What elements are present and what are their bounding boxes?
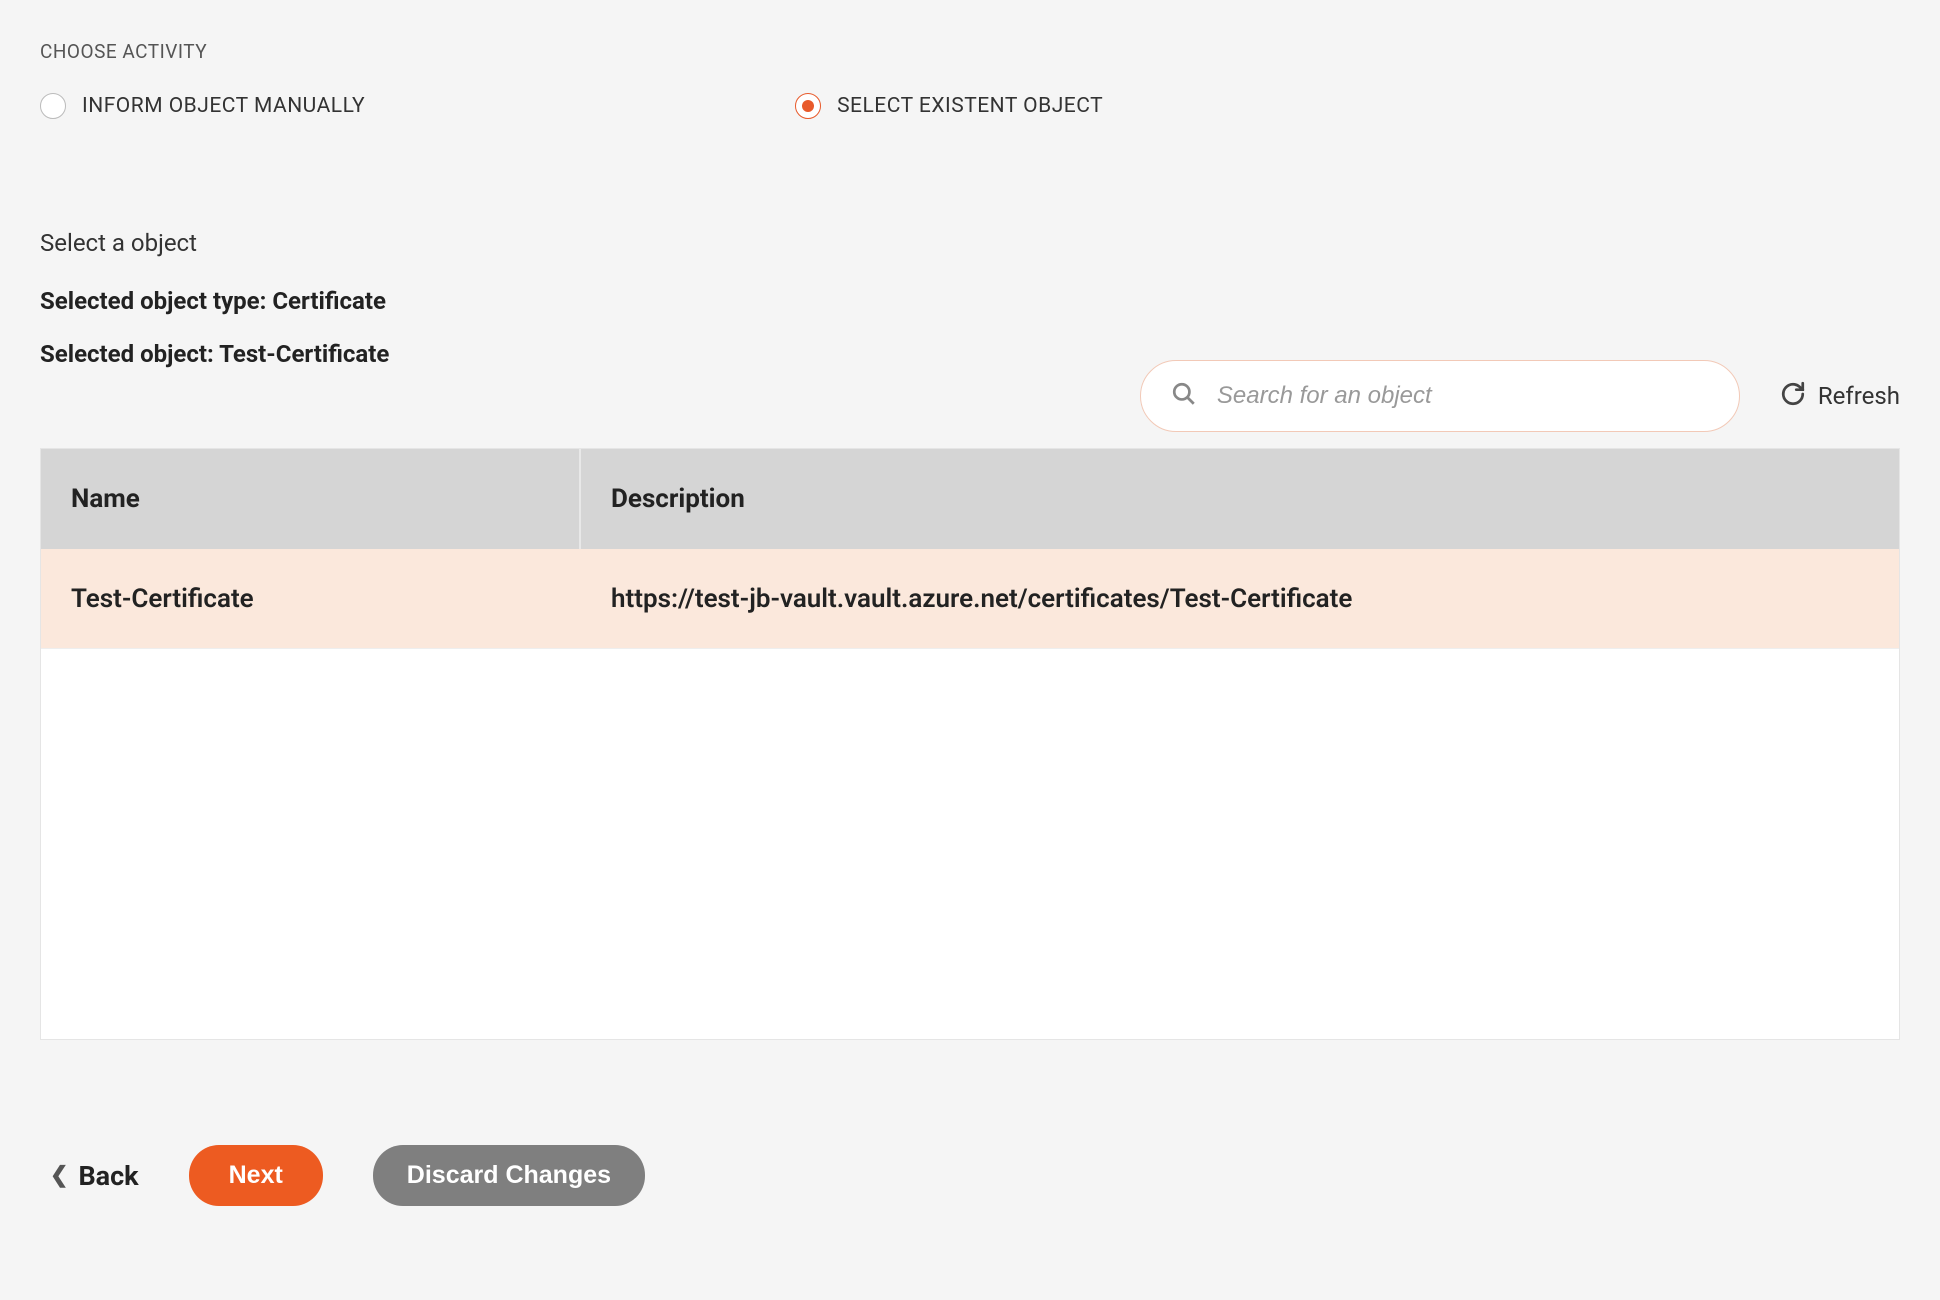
radio-select-existent[interactable]: SELECT EXISTENT OBJECT xyxy=(795,93,1103,119)
table-cell-description: https://test-jb-vault.vault.azure.net/ce… xyxy=(581,584,1899,614)
search-icon xyxy=(1171,381,1197,411)
select-object-heading: Select a object xyxy=(40,229,1900,257)
back-label: Back xyxy=(78,1160,138,1192)
chevron-left-icon: ❮ xyxy=(50,1163,68,1188)
table-cell-name: Test-Certificate xyxy=(41,584,581,614)
radio-inform-manual-circle xyxy=(40,93,66,119)
radio-select-existent-label: SELECT EXISTENT OBJECT xyxy=(837,94,1103,118)
radio-select-existent-circle xyxy=(795,93,821,119)
activity-radio-group: INFORM OBJECT MANUALLY SELECT EXISTENT O… xyxy=(40,93,1900,119)
table-header: Name Description xyxy=(41,449,1899,549)
radio-inform-manual-label: INFORM OBJECT MANUALLY xyxy=(82,94,365,118)
back-button[interactable]: ❮ Back xyxy=(50,1160,139,1192)
discard-changes-button[interactable]: Discard Changes xyxy=(373,1145,645,1206)
table-header-name: Name xyxy=(41,449,581,549)
refresh-button[interactable]: Refresh xyxy=(1780,381,1900,411)
footer-actions: ❮ Back Next Discard Changes xyxy=(40,1145,1900,1206)
table-empty-space xyxy=(41,649,1899,1039)
table-row[interactable]: Test-Certificate https://test-jb-vault.v… xyxy=(41,549,1899,649)
object-table: Name Description Test-Certificate https:… xyxy=(40,448,1900,1040)
next-button[interactable]: Next xyxy=(189,1145,323,1206)
refresh-icon xyxy=(1780,381,1806,411)
choose-activity-label: CHOOSE ACTIVITY xyxy=(40,40,1900,63)
search-input[interactable] xyxy=(1217,382,1709,410)
refresh-label: Refresh xyxy=(1818,382,1900,410)
search-container[interactable] xyxy=(1140,360,1740,432)
selected-object-type: Selected object type: Certificate xyxy=(40,287,1900,315)
radio-inform-manual[interactable]: INFORM OBJECT MANUALLY xyxy=(40,93,365,119)
table-header-description: Description xyxy=(581,484,1899,514)
